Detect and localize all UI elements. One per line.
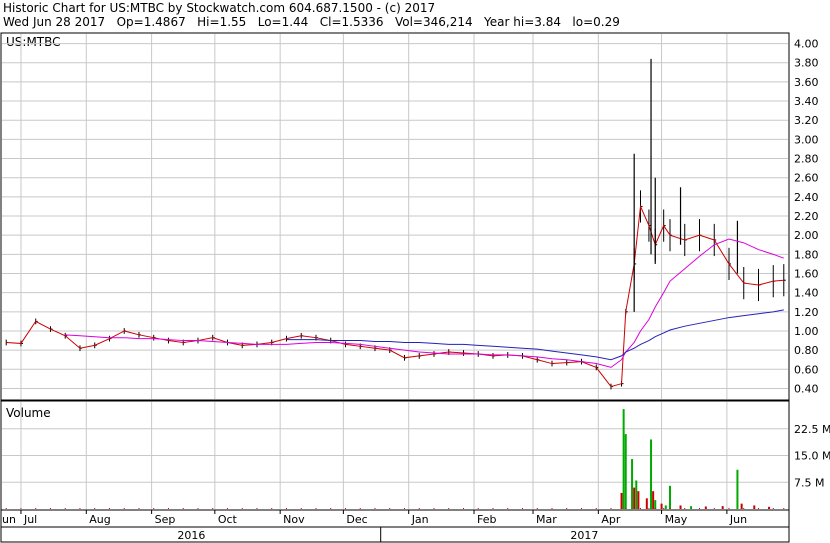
year-label: 2016: [177, 529, 205, 542]
volume-bar: [690, 506, 693, 509]
price-tick-label: 2.40: [794, 191, 819, 204]
price-tick-label: 1.00: [794, 325, 819, 338]
price-tick-label: 3.20: [794, 114, 819, 127]
price-tick-label: 0.60: [794, 363, 819, 376]
price-tick-label: 3.00: [794, 133, 819, 146]
volume-tick-label: 15.0 M: [794, 450, 830, 463]
volume-bar: [633, 487, 636, 509]
month-label: Mar: [536, 513, 557, 526]
year-label: 2017: [570, 529, 598, 542]
month-label: Nov: [283, 513, 305, 526]
volume-bar: [664, 505, 667, 509]
volume-bar: [650, 439, 653, 509]
volume-bar: [622, 409, 625, 509]
volume-bar: [652, 491, 655, 509]
volume-bar: [637, 491, 640, 509]
volume-bar: [624, 434, 627, 509]
volume-bar: [654, 500, 657, 509]
price-tick-label: 3.60: [794, 76, 819, 89]
volume-bar: [620, 492, 623, 509]
price-tick-label: 2.80: [794, 153, 819, 166]
price-tick-label: 2.60: [794, 172, 819, 185]
price-tick-label: 1.40: [794, 287, 819, 300]
price-tick-label: 1.60: [794, 268, 819, 281]
month-label: Jul: [23, 513, 37, 526]
price-tick-label: 2.00: [794, 229, 819, 242]
volume-bar: [736, 469, 739, 509]
month-label: Dec: [346, 513, 367, 526]
price-tick-label: 1.20: [794, 306, 819, 319]
volume-bar: [768, 506, 771, 509]
month-label: Jan: [411, 513, 429, 526]
month-label: Apr: [601, 513, 621, 526]
volume-bar: [753, 505, 756, 509]
volume-bar: [660, 503, 663, 509]
volume-bar: [740, 503, 743, 509]
price-tick-label: 1.80: [794, 248, 819, 261]
month-label: May: [665, 513, 688, 526]
volume-bar: [679, 505, 682, 509]
volume-bar: [635, 480, 638, 509]
volume-bar: [631, 459, 634, 509]
price-tick-label: 4.00: [794, 38, 819, 51]
month-label: Sep: [155, 513, 176, 526]
volume-panel-title: Volume: [6, 406, 51, 420]
price-tick-label: 0.80: [794, 344, 819, 357]
volume-bar: [721, 506, 724, 509]
month-label: un: [2, 513, 16, 526]
month-label: Feb: [477, 513, 496, 526]
stock-chart: US:MTBC Volume 4.00 3.80 3.60 3.40 3.20 3.00 2…: [0, 32, 830, 543]
volume-bar: [668, 485, 671, 509]
price-tick-label: 2.20: [794, 210, 819, 223]
price-tick-label: 0.40: [794, 382, 819, 395]
price-tick-label: 3.40: [794, 95, 819, 108]
volume-tick-label: 7.5 M: [794, 476, 824, 489]
price-panel-title: US:MTBC: [6, 35, 61, 49]
volume-bar: [704, 506, 707, 509]
volume-tick-label: 22.5 M: [794, 423, 830, 436]
volume-bar: [645, 498, 648, 509]
price-tick-label: 3.80: [794, 57, 819, 70]
month-label: Aug: [89, 513, 110, 526]
month-label: Jun: [729, 513, 747, 526]
month-label: Oct: [218, 513, 238, 526]
